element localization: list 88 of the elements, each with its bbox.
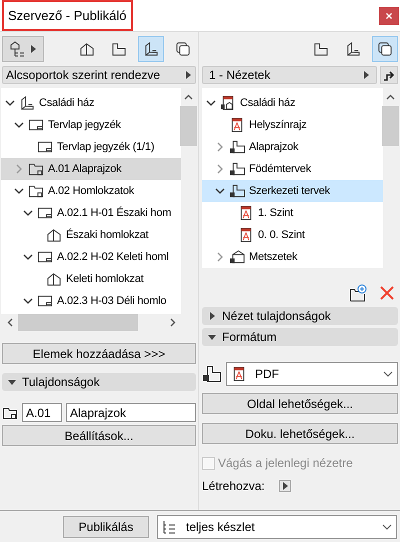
folder-icon: [2, 406, 18, 420]
tree-item[interactable]: Szerkezeti tervek: [202, 180, 383, 202]
close-button[interactable]: ×: [379, 6, 399, 24]
window-title: Szervező - Publikáló: [2, 0, 132, 32]
tree-item[interactable]: Tervlap jegyzék: [1, 114, 181, 136]
layout-sheet-icon: [37, 139, 53, 155]
id-input-field[interactable]: A.01: [22, 403, 62, 422]
scroll-up-icon[interactable]: [184, 94, 193, 100]
pdf-document-icon: [231, 366, 247, 382]
floor-plan-icon: [202, 364, 222, 384]
scroll-thumb[interactable]: [18, 314, 138, 331]
section-header[interactable]: Formátum: [202, 328, 398, 346]
tree-item[interactable]: A.02.2 H-02 Keleti homl: [1, 246, 181, 268]
tree-item[interactable]: Északi homlokzat: [1, 224, 181, 246]
pdf-document-icon: [238, 205, 254, 221]
tree-item[interactable]: A.02.1 H-01 Északi hom: [1, 202, 181, 224]
book-icon: [19, 95, 35, 111]
list-icon: [162, 520, 176, 534]
page-options-button[interactable]: Oldal lehetőségek...: [202, 393, 398, 414]
document-options-button[interactable]: Doku. lehetőségek...: [202, 423, 398, 444]
section-header[interactable]: Tulajdonságok: [2, 373, 196, 391]
publishing-set-dropdown[interactable]: teljes készlet: [157, 514, 397, 538]
tree-item[interactable]: 0. 0. Szint: [202, 224, 383, 246]
house-outline-icon: [229, 249, 245, 265]
house-outline-icon: [79, 41, 95, 57]
tree-item[interactable]: Alaprajzok: [202, 136, 383, 158]
scroll-up-icon[interactable]: [386, 94, 395, 100]
pdf-document-icon: [220, 95, 236, 111]
scroll-left-icon[interactable]: [7, 318, 13, 327]
publish-button[interactable]: Publikálás: [63, 516, 149, 538]
pdf-document-icon: [229, 117, 245, 133]
caret-right-icon[interactable]: [29, 45, 37, 53]
stacked-pages-icon: [377, 41, 393, 57]
hierarchy-icon: [9, 41, 25, 57]
add-view-icon[interactable]: [349, 284, 368, 302]
caret-right-icon[interactable]: [184, 71, 192, 79]
layout-sheet-icon: [37, 293, 53, 309]
created-label: Létrehozva:: [202, 478, 265, 495]
settings-button[interactable]: Beállítások...: [2, 425, 196, 446]
floor-plan-icon: [229, 139, 245, 155]
scroll-thumb[interactable]: [382, 106, 399, 146]
pdf-document-icon: [238, 227, 254, 243]
curved-arrow-icon: [383, 69, 395, 81]
folder-icon: [28, 161, 44, 177]
tree-item[interactable]: A.02 Homlokzatok: [1, 180, 181, 202]
name-input-field[interactable]: Alaprajzok: [66, 403, 196, 422]
dropdown-chevron-icon: [382, 524, 392, 530]
scroll-right-icon[interactable]: [170, 318, 176, 327]
tree-item[interactable]: A.01 Alaprajzok: [1, 158, 181, 180]
layout-sheet-icon: [37, 249, 53, 265]
layout-sheet-icon: [37, 205, 53, 221]
view-mode-button[interactable]: [138, 36, 164, 62]
tree-item[interactable]: A.02.3 H-03 Déli homlo: [1, 290, 181, 312]
delete-icon[interactable]: [380, 286, 394, 300]
tree-item[interactable]: Családi ház: [202, 92, 383, 114]
caret-right-icon[interactable]: [208, 312, 216, 320]
stacked-pages-icon: [175, 41, 191, 57]
caret-down-icon[interactable]: [8, 378, 16, 386]
view-mode-button[interactable]: [372, 36, 398, 62]
scroll-thumb[interactable]: [180, 106, 197, 146]
floor-plan-icon: [313, 41, 329, 57]
caret-right-icon[interactable]: [362, 71, 370, 79]
crop-label: Vágás a jelenlegi nézetre: [218, 455, 353, 472]
layout-sheet-icon: [28, 117, 44, 133]
house-outline-icon: [46, 271, 62, 287]
floor-plan-icon: [229, 161, 245, 177]
tree-item[interactable]: Tervlap jegyzék (1/1): [1, 136, 181, 158]
section-header[interactable]: Nézet tulajdonságok: [202, 307, 398, 325]
add-elements-button[interactable]: Elemek hozzáadása >>>: [2, 343, 196, 364]
dropdown-chevron-icon: [383, 371, 393, 377]
tree-item[interactable]: Födémtervek: [202, 158, 383, 180]
format-dropdown[interactable]: PDF: [226, 362, 398, 386]
tree-item[interactable]: 1. Szint: [202, 202, 383, 224]
tree-item[interactable]: Metszetek: [202, 246, 383, 268]
view-set-bar[interactable]: 1 - Nézetek: [202, 66, 377, 84]
tree-item[interactable]: Keleti homlokzat: [1, 268, 181, 290]
tree-item[interactable]: Családi ház: [1, 92, 181, 114]
house-outline-icon: [46, 227, 62, 243]
caret-down-icon[interactable]: [208, 333, 216, 341]
sort-mode-bar[interactable]: Alcsoportok szerint rendezve: [2, 66, 196, 84]
floor-plan-icon: [229, 183, 245, 199]
book-icon: [345, 41, 361, 57]
floor-plan-icon: [111, 41, 127, 57]
tree-options-button[interactable]: [2, 36, 44, 62]
go-up-button[interactable]: [380, 66, 398, 84]
tree-item[interactable]: Helyszínrajz: [202, 114, 383, 136]
folder-icon: [28, 183, 44, 199]
book-icon: [143, 41, 159, 57]
